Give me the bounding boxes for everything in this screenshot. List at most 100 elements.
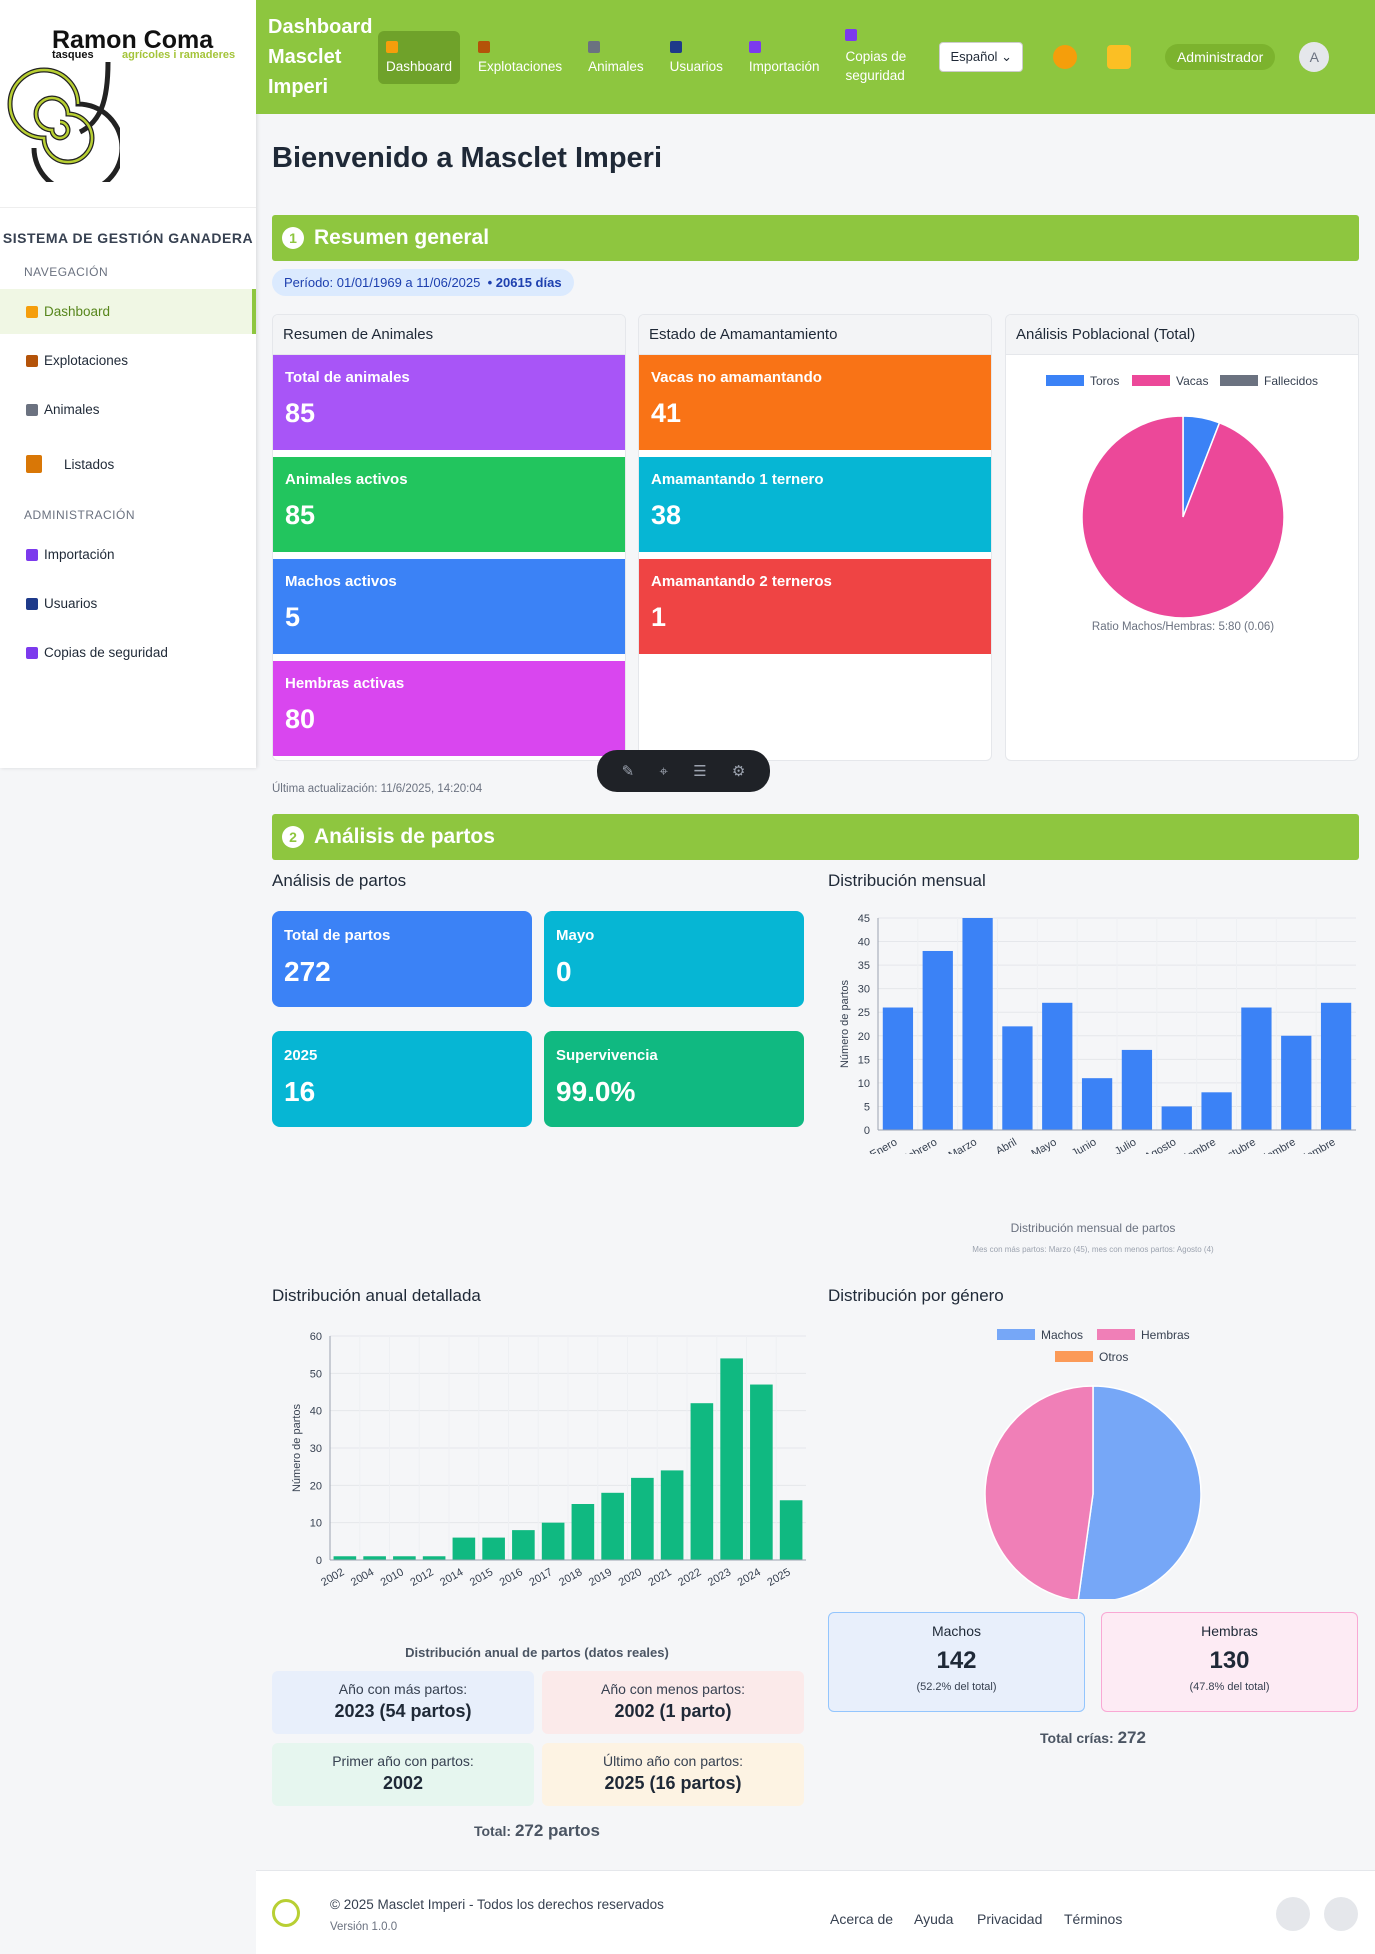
avatar[interactable]: A xyxy=(1299,42,1330,72)
box-value: 2002 (1 parto) xyxy=(614,1701,732,1721)
bar xyxy=(363,1556,386,1560)
x-tick-label: Marzo xyxy=(947,1136,979,1154)
pen-icon[interactable]: ✎ xyxy=(622,762,635,780)
sidebar-item-dashboard[interactable]: Dashboard xyxy=(0,289,256,334)
box-first-year: Primer año con partos: 2002 xyxy=(272,1743,534,1806)
x-tick-label: Agosto xyxy=(1143,1136,1179,1154)
pointer-icon[interactable]: ⌖ xyxy=(659,763,667,780)
sidebar-item-listados[interactable]: Listados xyxy=(0,436,256,492)
stat-value: 85 xyxy=(285,398,316,428)
list-search-icon[interactable]: ☰ xyxy=(693,762,706,780)
floating-toolbar: ✎ ⌖ ☰ ⚙ xyxy=(597,750,770,792)
tab-copias[interactable]: Copias de seguridad xyxy=(837,19,917,95)
tile-mes: Mayo 0 xyxy=(544,911,804,1007)
sidebar-item-explotaciones[interactable]: Explotaciones xyxy=(0,338,256,383)
stat-label: Amamantando 2 terneros xyxy=(651,573,832,590)
stat-animales-activos: Animales activos 85 xyxy=(273,457,625,552)
box-max-year: Año con más partos: 2023 (54 partos) xyxy=(272,1671,534,1734)
y-tick-label: 5 xyxy=(864,1101,870,1113)
x-tick-label: 2021 xyxy=(646,1566,673,1589)
eye-icon[interactable] xyxy=(1276,1897,1310,1931)
x-tick-label: 2016 xyxy=(498,1566,525,1589)
legend-label: Hembras xyxy=(1141,1328,1190,1342)
spiral-logo-icon xyxy=(7,62,120,182)
pie-slice xyxy=(1077,1385,1202,1599)
tile-label: 2025 xyxy=(284,1047,318,1064)
bar xyxy=(1081,1078,1113,1130)
tab-animales[interactable]: Animales xyxy=(580,31,652,84)
total-value: 272 xyxy=(1117,1728,1146,1747)
bar xyxy=(631,1477,654,1560)
anual-total: Total: 272 partos xyxy=(272,1821,802,1841)
pie-slice xyxy=(1081,415,1285,619)
y-tick-label: 15 xyxy=(858,1054,870,1066)
sidebar: Ramon Coma tasques agrícoles i ramaderes… xyxy=(0,0,256,768)
footer-logo-icon xyxy=(272,1899,300,1927)
tab-usuarios[interactable]: Usuarios xyxy=(662,31,731,84)
legend-swatch xyxy=(1046,375,1084,386)
emoji-icon[interactable] xyxy=(1052,45,1077,69)
tab-importacion[interactable]: Importación xyxy=(741,31,828,84)
user-menu-button[interactable]: Administrador xyxy=(1164,44,1276,70)
stat-label: Vacas no amamantando xyxy=(651,369,822,386)
legend-swatch xyxy=(1220,375,1258,386)
y-tick-label: 40 xyxy=(310,1406,322,1418)
sidebar-item-label: Listados xyxy=(64,456,115,472)
box-value: 2023 (54 partos) xyxy=(334,1701,472,1721)
nav-section-label: NAVEGACIÓN xyxy=(24,265,109,279)
tile-label: Total de partos xyxy=(284,927,391,944)
box-value: 130 xyxy=(1209,1647,1250,1674)
box-label: Machos xyxy=(931,1623,982,1639)
footer-link-terms[interactable]: Términos xyxy=(1064,1911,1122,1927)
y-tick-label: 40 xyxy=(858,937,870,949)
y-tick-label: 30 xyxy=(858,984,870,996)
stat-value: 80 xyxy=(285,704,316,734)
legend-swatch xyxy=(997,1329,1035,1340)
page-title: Bienvenido a Masclet Imperi xyxy=(272,142,663,174)
footer-link-help[interactable]: Ayuda xyxy=(914,1911,953,1927)
bar xyxy=(1201,1092,1232,1130)
footer-link-privacy[interactable]: Privacidad xyxy=(977,1911,1042,1927)
x-tick-label: 2004 xyxy=(349,1566,376,1589)
sidebar-item-animales[interactable]: Animales xyxy=(0,387,256,432)
tile-value: 0 xyxy=(556,956,572,987)
bar xyxy=(571,1504,595,1560)
legend-swatch xyxy=(1055,1351,1093,1362)
section-title: Resumen general xyxy=(314,226,490,249)
bar xyxy=(962,918,993,1130)
users-icon xyxy=(26,597,38,610)
tile-value: 99.0% xyxy=(556,1076,636,1107)
stat-value: 1 xyxy=(651,602,667,632)
import-icon xyxy=(748,40,761,53)
sidebar-item-usuarios[interactable]: Usuarios xyxy=(0,581,256,626)
chart-icon xyxy=(386,40,398,53)
system-title: SISTEMA DE GESTIÓN GANADERA xyxy=(2,230,254,246)
stat-no-amamantando: Vacas no amamantando 41 xyxy=(639,355,991,450)
y-tick-label: 50 xyxy=(310,1368,322,1380)
admin-section-label: ADMINISTRACIÓN xyxy=(24,508,136,522)
bar xyxy=(452,1537,476,1560)
bell-icon[interactable] xyxy=(1106,45,1131,69)
stat-value: 41 xyxy=(651,398,682,428)
mensual-caption: Distribución mensual de partos xyxy=(1010,1221,1176,1235)
app-title: Dashboard Masclet Imperi xyxy=(268,16,373,98)
x-tick-label: 2019 xyxy=(587,1566,614,1589)
gear-icon[interactable]: ⚙ xyxy=(732,762,745,780)
sidebar-item-copias[interactable]: Copias de seguridad xyxy=(0,630,256,675)
section-number: 1 xyxy=(282,227,304,249)
x-tick-label: 2023 xyxy=(706,1566,733,1589)
x-tick-label: 2012 xyxy=(408,1566,435,1589)
stat-machos-activos: Machos activos 5 xyxy=(273,559,625,654)
x-tick-label: Julio xyxy=(1113,1136,1139,1154)
brand-sub-tagline: agrícoles i ramaderes xyxy=(122,49,236,61)
period-badge: Período: 01/01/1969 a 11/06/2025 • 20615… xyxy=(272,269,574,296)
accessibility-icon[interactable] xyxy=(1324,1897,1358,1931)
tab-explotaciones[interactable]: Explotaciones xyxy=(470,31,570,84)
sidebar-item-importacion[interactable]: Importación xyxy=(0,532,256,577)
x-tick-label: 2018 xyxy=(557,1566,584,1589)
footer-link-about[interactable]: Acerca de xyxy=(830,1911,893,1927)
x-tick-label: Abril xyxy=(994,1136,1019,1154)
language-select[interactable]: Español ⌄ xyxy=(939,42,1023,72)
import-icon xyxy=(26,548,38,561)
tab-dashboard[interactable]: Dashboard xyxy=(378,30,461,84)
